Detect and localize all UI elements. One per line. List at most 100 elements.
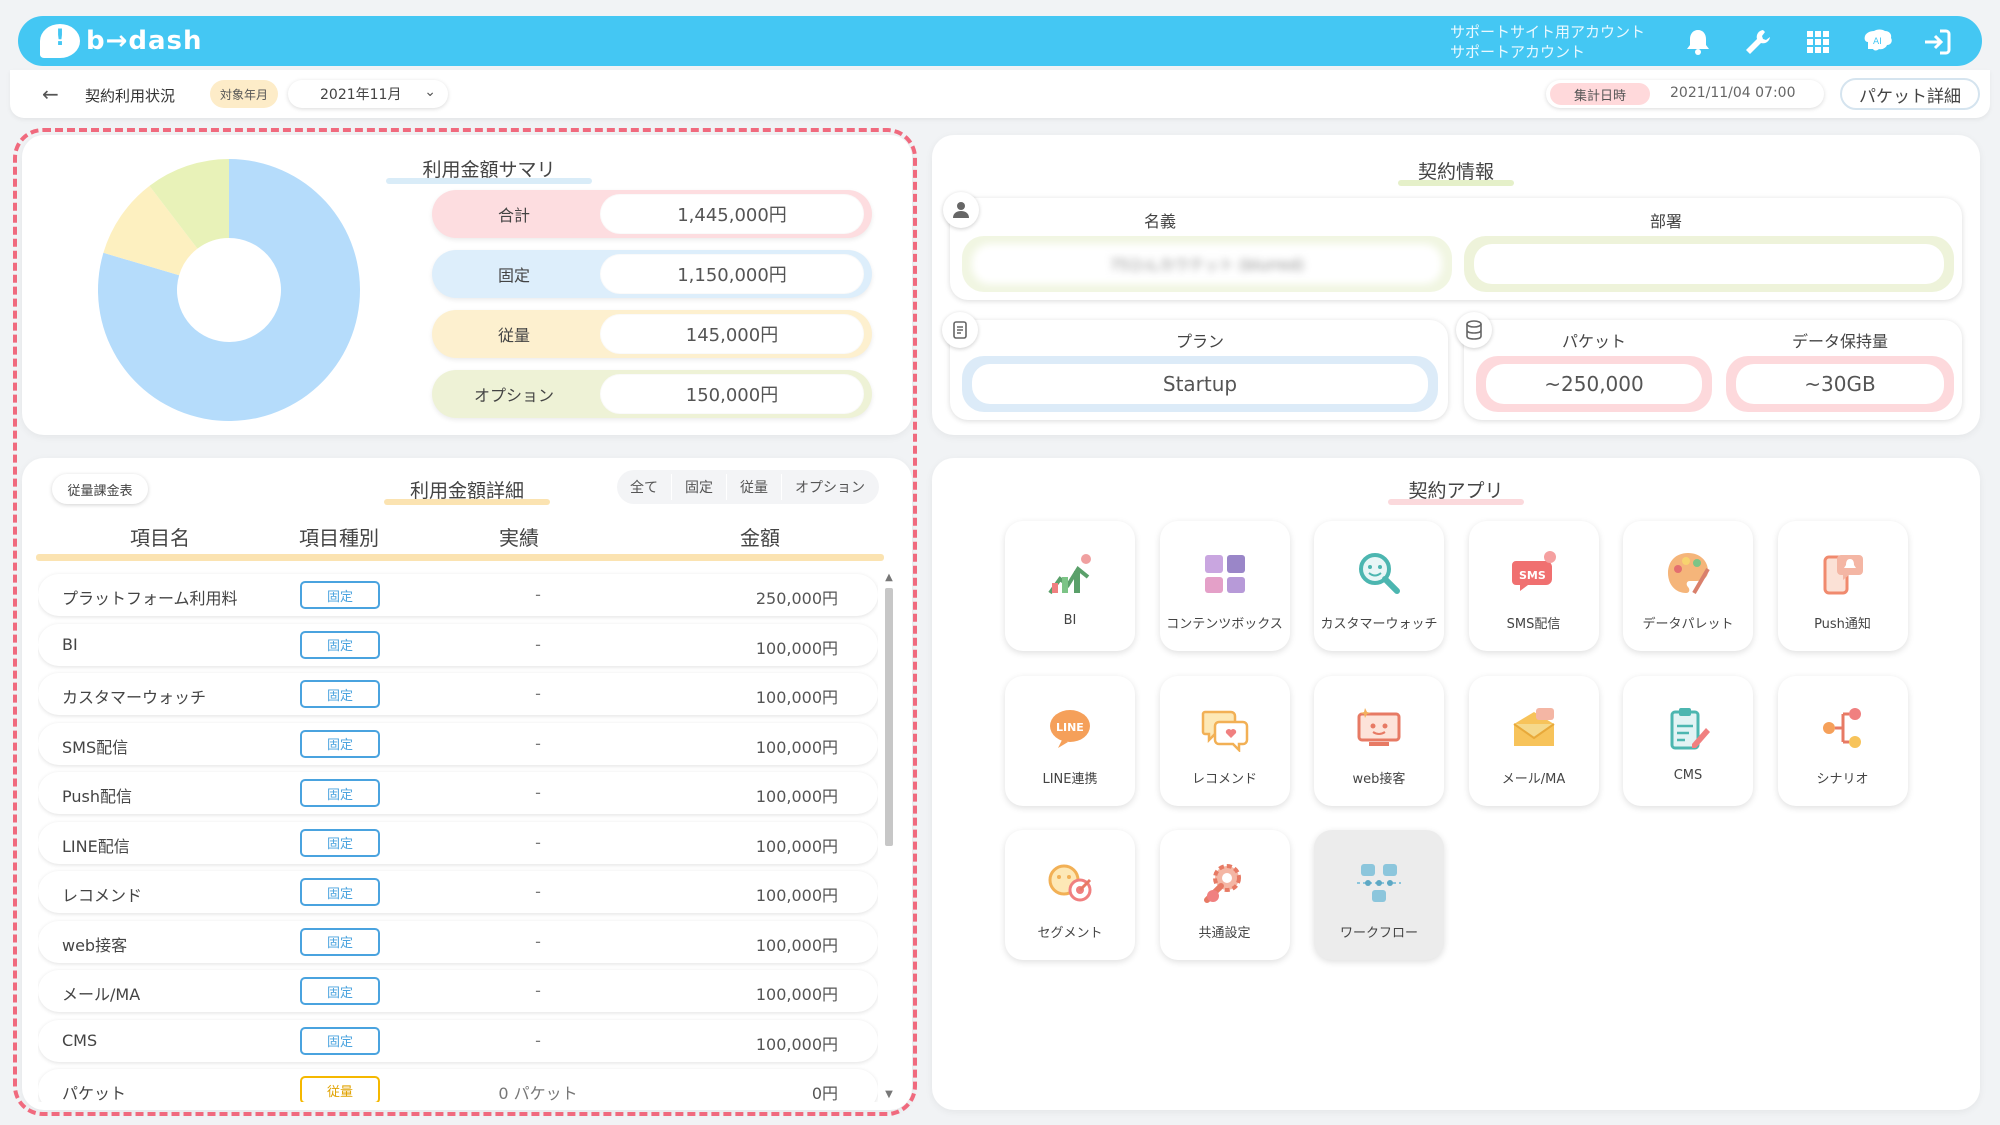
month-select[interactable]: 2021年11月 ⌄ (288, 80, 448, 108)
mail-envelope-icon (1510, 704, 1558, 752)
app-tile[interactable]: 共通設定 (1159, 830, 1290, 960)
bi-chart-icon (1046, 549, 1094, 597)
app-tile[interactable]: SMS SMS配信 (1468, 521, 1599, 651)
person-icon (943, 192, 979, 228)
app-tile[interactable]: メール/MA (1468, 675, 1599, 806)
app-tile[interactable]: カスタマーウォッチ (1314, 521, 1444, 651)
row-type-badge: 固定 (300, 630, 380, 659)
account-info[interactable]: サポートサイト用アカウント サポートアカウント (1450, 22, 1645, 62)
app-label: web接客 (1352, 771, 1406, 787)
scroll-up-icon[interactable]: ▲ (882, 572, 896, 583)
row-amount: 0円 (811, 1084, 838, 1102)
row-amount: 100,000円 (755, 985, 838, 1004)
row-item-name: カスタマーウォッチ (62, 688, 207, 707)
table-row[interactable]: カスタマーウォッチ 固定 - 100,000円 (38, 673, 878, 715)
arrow-left-icon[interactable]: ← (42, 82, 59, 106)
scroll-down-icon[interactable]: ▼ (882, 1089, 896, 1100)
workflow-icon (1355, 858, 1403, 906)
app-label: コンテンツボックス (1166, 617, 1283, 632)
brand-logo[interactable]: b→dash (40, 24, 203, 58)
row-type-badge: 固定 (300, 1026, 380, 1055)
row-actual: - (535, 684, 541, 703)
summary-row: 固定 1,150,000円 (432, 250, 872, 298)
row-item-name: SMS配信 (62, 737, 129, 757)
detail-scrollbar[interactable]: ▲ ▼ (882, 572, 896, 1100)
filter-option[interactable]: オプション (782, 470, 878, 504)
packet-label: パケット (1561, 332, 1626, 351)
plan-label: プラン (1175, 332, 1224, 351)
table-row[interactable]: Push配信 固定 - 100,000円 (38, 772, 878, 814)
summary-row-label: 従量 (436, 314, 592, 354)
app-label: メール/MA (1501, 771, 1566, 787)
settings-tools-icon (1201, 858, 1249, 906)
table-row[interactable]: メール/MA 固定 - 100,000円 (38, 970, 878, 1012)
apps-grid-icon[interactable] (1800, 24, 1836, 60)
filter-fixed[interactable]: 固定 (672, 470, 726, 504)
app-tile[interactable]: web接客 (1314, 675, 1444, 806)
app-tile[interactable]: レコメンド (1159, 675, 1290, 806)
name-dept-box: 名義 部署 75ひんカウテット (blurred) (950, 198, 1962, 300)
col-header-type[interactable]: 項目種別 (279, 522, 399, 551)
page-title: 契約利用状況 (85, 87, 176, 105)
app-label: データパレット (1642, 617, 1734, 632)
table-row[interactable]: SMS配信 固定 - 100,000円 (38, 722, 878, 765)
filter-all[interactable]: 全て (617, 470, 671, 504)
app-tile[interactable]: Push通知 (1777, 521, 1908, 651)
row-item-name: メール/MA (62, 985, 141, 1004)
summary-row-value: 150,000円 (600, 374, 864, 414)
table-row[interactable]: BI 固定 - 100,000円 (38, 623, 878, 666)
table-row[interactable]: パケット 従量 0 パケット 0円 (38, 1069, 878, 1102)
row-actual: - (535, 1030, 541, 1050)
app-tile[interactable]: コンテンツボックス (1159, 521, 1290, 651)
dept-label: 部署 (1649, 212, 1682, 231)
app-tile[interactable]: LINE LINE連携 (1005, 675, 1135, 806)
packet-value: ~250,000 (1486, 364, 1702, 404)
packet-detail-button[interactable]: パケット詳細 (1840, 78, 1980, 110)
name-field: 75ひんカウテット (blurred) (962, 236, 1452, 292)
app-tile[interactable]: CMS (1623, 675, 1753, 806)
table-row[interactable]: web接客 固定 - 100,000円 (38, 920, 878, 963)
col-header-name[interactable]: 項目名 (100, 522, 220, 551)
logout-icon[interactable] (1920, 24, 1956, 60)
app-tile[interactable]: BI (1005, 521, 1135, 651)
col-header-amount[interactable]: 金額 (700, 522, 820, 551)
col-header-actual[interactable]: 実績 (459, 522, 579, 551)
summary-row: オプション 150,000円 (432, 370, 872, 418)
app-tile[interactable]: セグメント (1005, 830, 1135, 960)
scroll-thumb[interactable] (885, 588, 893, 846)
storage-value: ~30GB (1736, 364, 1944, 404)
usage-fee-table-button[interactable]: 従量課金表 (52, 474, 148, 504)
filter-variable[interactable]: 従量 (727, 470, 781, 504)
period-label: 対象年月 (210, 80, 278, 108)
row-amount: 100,000円 (755, 935, 838, 955)
row-amount: 100,000円 (755, 1034, 838, 1054)
brand-name: b→dash (86, 26, 203, 56)
row-amount: 100,000円 (755, 787, 838, 806)
table-row[interactable]: CMS 固定 - 100,000円 (38, 1019, 878, 1062)
row-amount: 250,000円 (755, 589, 838, 608)
row-type-badge: 固定 (300, 729, 380, 758)
packet-storage-box: パケット データ保持量 ~250,000 ~30GB (1464, 320, 1962, 420)
row-actual: - (535, 832, 541, 852)
storage-field: ~30GB (1726, 356, 1954, 412)
row-amount: 100,000円 (755, 638, 838, 658)
brain-icon[interactable]: AI (1860, 24, 1896, 60)
row-type-badge: 固定 (300, 779, 380, 807)
account-line-2: サポートアカウント (1450, 43, 1586, 61)
detail-title-text: 利用金額詳細 (409, 480, 524, 502)
table-row[interactable]: プラットフォーム利用料 固定 - 250,000円 (38, 574, 878, 616)
bell-icon[interactable] (1680, 24, 1716, 60)
row-type-badge: 固定 (300, 581, 380, 609)
app-label: ワークフロー (1339, 926, 1418, 941)
app-tile[interactable]: データパレット (1623, 521, 1753, 651)
app-tile[interactable]: ワークフロー (1314, 830, 1444, 960)
app-label: BI (1063, 613, 1077, 628)
wrench-icon[interactable] (1740, 24, 1776, 60)
table-row[interactable]: レコメンド 固定 - 100,000円 (38, 871, 878, 913)
line-bubble-icon: LINE (1046, 704, 1094, 752)
app-label: 共通設定 (1198, 926, 1251, 941)
detail-filter-group: 全て 固定 従量 オプション (617, 470, 879, 504)
app-tile[interactable]: シナリオ (1777, 675, 1908, 806)
table-row[interactable]: LINE配信 固定 - 100,000円 (38, 821, 878, 864)
summary-title: 利用金額サマリ (386, 155, 592, 184)
